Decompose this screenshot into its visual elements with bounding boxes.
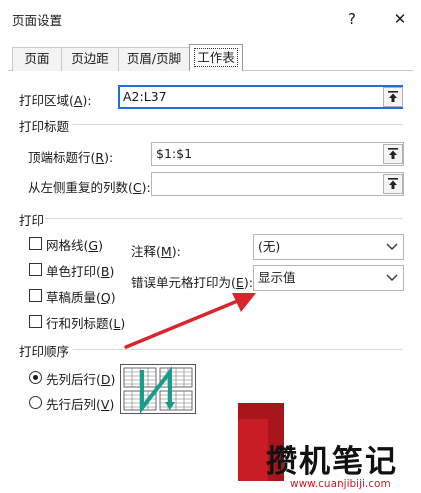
comments-hotkey: M — [160, 244, 172, 259]
tab-margins-label: 页边距 — [71, 51, 109, 66]
draft-quality-label-text: 草稿质量 — [46, 290, 97, 305]
draft-quality-checkbox[interactable] — [29, 289, 42, 302]
black-and-white-label-text: 单色打印 — [46, 264, 97, 279]
comments-label: 注释(M): — [131, 244, 181, 259]
draft-quality-label: 草稿质量(Q) — [46, 290, 116, 305]
title-rows-label: 顶端标题行(R): — [28, 150, 114, 165]
print-area-collapse-button[interactable] — [383, 87, 403, 107]
print-area-value: A2:L37 — [123, 89, 167, 104]
page-order-preview-icon — [120, 364, 196, 414]
tab-sheet[interactable]: 工作表 — [189, 44, 243, 71]
over-then-down-radio[interactable] — [29, 396, 42, 409]
print-section: 打印 — [19, 213, 45, 228]
collapse-arrow-icon — [388, 178, 398, 189]
comments-select[interactable]: (无) — [253, 234, 404, 260]
tab-header-footer-label: 页眉/页脚 — [126, 51, 182, 66]
title-rows-collapse-button[interactable] — [383, 144, 403, 164]
title-cols-input[interactable] — [151, 172, 404, 196]
gridlines-label-text: 网格线 — [46, 238, 84, 253]
title-cols-hotkey: C — [132, 180, 142, 195]
cell-errors-select[interactable]: 显示值 — [253, 265, 404, 291]
dialog-title: 页面设置 — [12, 13, 63, 28]
print-divider — [45, 218, 403, 219]
title-rows-input[interactable]: $1:$1 — [151, 142, 404, 166]
over-then-down-label: 先行后列(V) — [46, 397, 115, 412]
down-then-over-label: 先列后行(D) — [46, 372, 116, 387]
print-titles-section: 打印标题 — [19, 119, 70, 134]
collapse-arrow-icon — [388, 91, 398, 102]
down-then-over-label-text: 先列后行 — [46, 372, 97, 387]
row-col-headings-label-text: 行和列标题 — [46, 316, 109, 331]
black-and-white-hotkey: B — [100, 264, 110, 279]
down-then-over-hotkey: D — [100, 372, 111, 387]
black-and-white-checkbox[interactable] — [29, 263, 42, 276]
title-cols-label-text: 从左侧重复的列数 — [28, 180, 129, 195]
tab-page-label: 页面 — [24, 51, 50, 66]
collapse-arrow-icon — [388, 148, 398, 159]
tab-sheet-label: 工作表 — [194, 48, 238, 67]
gridlines-label: 网格线(G) — [46, 238, 103, 253]
watermark-text: 攒机笔记 — [266, 444, 398, 480]
watermark-url: www.cuanjibiji.com — [290, 478, 391, 490]
chevron-down-icon — [382, 235, 402, 259]
tab-margins[interactable]: 页边距 — [61, 47, 119, 71]
print-titles-divider — [73, 124, 403, 125]
title-rows-label-text: 顶端标题行 — [28, 150, 91, 165]
print-area-hotkey: A — [73, 93, 83, 108]
tab-page[interactable]: 页面 — [12, 47, 62, 71]
comments-label-text: 注释 — [131, 244, 157, 259]
tab-header-footer[interactable]: 页眉/页脚 — [118, 47, 190, 71]
draft-quality-hotkey: Q — [100, 290, 111, 305]
down-then-over-radio[interactable] — [29, 371, 42, 384]
help-button[interactable]: ? — [341, 8, 363, 30]
annotation-arrow-icon — [124, 293, 256, 349]
print-area-input[interactable]: A2:L37 — [118, 85, 403, 109]
title-cols-collapse-button[interactable] — [383, 174, 403, 194]
print-area-label-text: 打印区域 — [19, 93, 70, 108]
title-rows-hotkey: R — [95, 150, 105, 165]
black-and-white-label: 单色打印(B) — [46, 264, 115, 279]
page-order-section: 打印顺序 — [19, 344, 70, 359]
close-button[interactable]: ✕ — [389, 8, 411, 30]
gridlines-checkbox[interactable] — [29, 237, 42, 250]
gridlines-hotkey: G — [88, 238, 99, 253]
row-col-headings-label: 行和列标题(L) — [46, 316, 126, 331]
row-col-headings-checkbox[interactable] — [29, 315, 42, 328]
over-then-down-label-text: 先行后列 — [46, 397, 97, 412]
title-cols-label: 从左侧重复的列数(C): — [28, 180, 151, 195]
over-then-down-hotkey: V — [100, 397, 110, 412]
print-area-label: 打印区域(A): — [19, 93, 92, 108]
comments-value: (无) — [258, 239, 281, 254]
title-rows-value: $1:$1 — [156, 146, 193, 161]
chevron-down-icon — [382, 266, 402, 290]
